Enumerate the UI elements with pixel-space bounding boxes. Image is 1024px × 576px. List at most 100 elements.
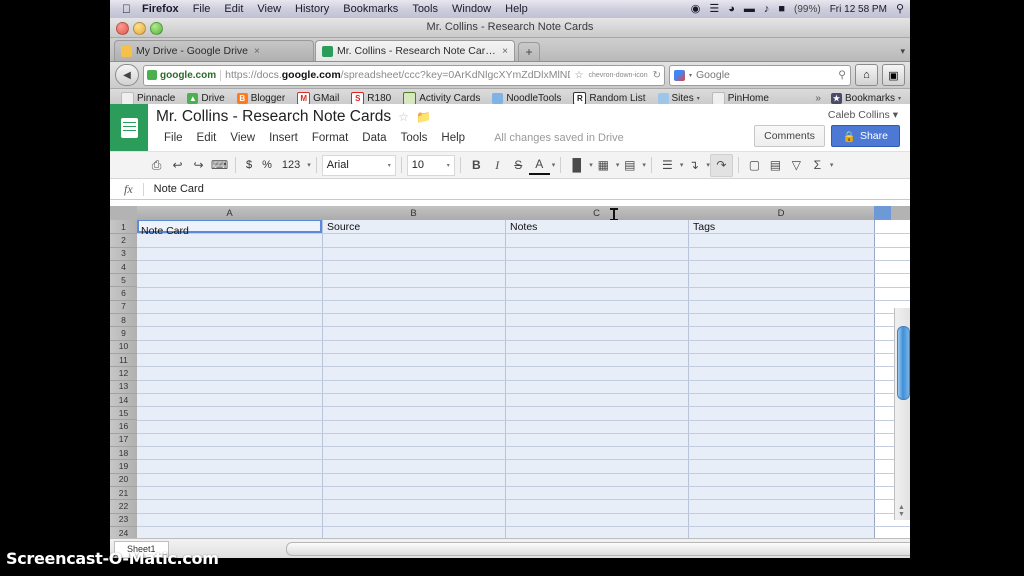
- bookmark-pinhome[interactable]: PinHome: [707, 92, 774, 105]
- dropbox-icon[interactable]: ◉: [691, 4, 701, 15]
- google-sheets-icon[interactable]: [110, 104, 148, 151]
- wifi-icon[interactable]: ◕: [728, 4, 735, 15]
- bookmark-noodletools[interactable]: NoodleTools: [487, 93, 566, 104]
- row-header-3[interactable]: 3: [110, 247, 137, 261]
- row-header-9[interactable]: 9: [110, 326, 137, 340]
- magnifier-icon[interactable]: ⚲: [838, 69, 846, 81]
- chevron-down-icon[interactable]: chevron-down-icon: [588, 72, 647, 79]
- number-format-button[interactable]: 123: [277, 159, 305, 171]
- menu-item-history[interactable]: History: [295, 3, 329, 15]
- text-color-button[interactable]: A: [529, 156, 550, 175]
- italic-button[interactable]: I: [487, 155, 508, 176]
- print-icon[interactable]: ⎙: [146, 155, 167, 176]
- reload-icon[interactable]: ↻: [653, 70, 661, 81]
- volume-icon[interactable]: ♪: [764, 4, 770, 15]
- bookmark-pinnacle[interactable]: Pinnacle: [116, 92, 180, 105]
- site-identity-badge[interactable]: google.com: [147, 70, 221, 81]
- bookmark-r180[interactable]: S R180: [346, 92, 396, 105]
- tab-my-drive[interactable]: My Drive - Google Drive ×: [114, 40, 314, 61]
- chevron-down-icon[interactable]: ▾: [830, 161, 834, 169]
- star-outline-icon[interactable]: ☆: [398, 110, 409, 124]
- bookmark-random-list[interactable]: R Random List: [568, 92, 650, 105]
- menu-item-window[interactable]: Window: [452, 3, 491, 15]
- menu-item-tools[interactable]: Tools: [412, 3, 438, 15]
- comments-button[interactable]: Comments: [754, 125, 825, 147]
- row-header-10[interactable]: 10: [110, 340, 137, 354]
- column-header-b[interactable]: B: [322, 206, 506, 220]
- row-header-22[interactable]: 22: [110, 499, 137, 513]
- row-header-21[interactable]: 21: [110, 486, 137, 500]
- bookmark-sites[interactable]: Sites ▾: [653, 93, 705, 104]
- text-wrap-icon[interactable]: ↷: [710, 154, 733, 177]
- bluetooth-icon[interactable]: ☰: [709, 4, 719, 15]
- display-icon[interactable]: ▬: [744, 4, 755, 15]
- row-header-1[interactable]: 1: [110, 220, 137, 234]
- menu-item-help[interactable]: Help: [505, 3, 528, 15]
- sheets-menu-edit[interactable]: Edit: [190, 130, 224, 146]
- sheets-menu-help[interactable]: Help: [434, 130, 472, 146]
- home-button[interactable]: ⌂: [855, 64, 878, 86]
- row-header-23[interactable]: 23: [110, 513, 137, 527]
- menu-bar-clock[interactable]: Fri 12 58 PM: [830, 4, 887, 15]
- sheets-menu-insert[interactable]: Insert: [262, 130, 305, 146]
- spotlight-search-icon[interactable]: ⚲: [896, 4, 904, 15]
- chevron-down-icon[interactable]: ▾: [447, 162, 450, 169]
- menu-item-edit[interactable]: Edit: [224, 3, 243, 15]
- menu-item-view[interactable]: View: [257, 3, 281, 15]
- percent-format-button[interactable]: %: [257, 159, 277, 171]
- row-header-20[interactable]: 20: [110, 473, 137, 487]
- currency-format-button[interactable]: $: [241, 159, 257, 171]
- merge-cells-icon[interactable]: ▤: [619, 155, 640, 176]
- bookmarks-overflow-icon[interactable]: »: [815, 93, 821, 104]
- search-input[interactable]: ▾ Google ⚲: [669, 65, 851, 86]
- search-engine-caret-icon[interactable]: ▾: [689, 72, 692, 79]
- row-header-4[interactable]: 4: [110, 260, 137, 274]
- menu-item-firefox[interactable]: Firefox: [142, 3, 179, 15]
- vertical-align-icon[interactable]: ↴: [683, 155, 704, 176]
- url-bar[interactable]: google.com https://docs.google.com/sprea…: [143, 65, 665, 86]
- tab-close-icon[interactable]: ×: [502, 46, 508, 57]
- tab-close-icon[interactable]: ×: [254, 46, 260, 57]
- search-engine-icon[interactable]: [674, 70, 685, 81]
- row-header-16[interactable]: 16: [110, 420, 137, 434]
- row-header-18[interactable]: 18: [110, 446, 137, 460]
- borders-icon[interactable]: ▦: [593, 155, 614, 176]
- bookmark-blogger[interactable]: B Blogger: [232, 93, 290, 104]
- horizontal-scrollbar-area[interactable]: Sheet1: [110, 538, 910, 558]
- filter-icon[interactable]: ▽: [786, 155, 807, 176]
- apple-icon[interactable]: : [122, 3, 131, 15]
- bookmarks-menu-button[interactable]: ★ Bookmarks ▾: [826, 93, 906, 104]
- chevron-down-icon[interactable]: ▾: [898, 95, 901, 102]
- menu-item-file[interactable]: File: [193, 3, 211, 15]
- row-header-5[interactable]: 5: [110, 273, 137, 287]
- chevron-down-icon[interactable]: ▾: [388, 162, 391, 169]
- sheets-menu-data[interactable]: Data: [355, 130, 393, 146]
- cell-a1-selected[interactable]: Note Card: [137, 220, 322, 233]
- user-account-label[interactable]: Caleb Collins ▾: [828, 109, 898, 121]
- row-header-2[interactable]: 2: [110, 233, 137, 247]
- redo-icon[interactable]: ↪: [188, 155, 209, 176]
- bold-button[interactable]: B: [466, 155, 487, 176]
- column-header-a[interactable]: A: [137, 206, 323, 220]
- row-header-15[interactable]: 15: [110, 406, 137, 420]
- horizontal-scrollbar-thumb[interactable]: [286, 542, 910, 556]
- reader-mode-button[interactable]: ▣: [882, 64, 905, 86]
- chevron-down-icon[interactable]: ▾: [697, 95, 700, 102]
- font-size-select[interactable]: 10 ▾: [407, 155, 455, 176]
- column-header-c[interactable]: C: [505, 206, 689, 220]
- row-header-6[interactable]: 6: [110, 287, 137, 301]
- vertical-scrollbar-thumb[interactable]: [897, 326, 910, 400]
- formula-bar[interactable]: fx Note Card: [110, 179, 910, 200]
- chevron-down-icon[interactable]: ▾: [893, 109, 898, 121]
- sheets-menu-format[interactable]: Format: [305, 130, 355, 146]
- undo-icon[interactable]: ↩: [167, 155, 188, 176]
- battery-icon[interactable]: ■: [778, 4, 785, 15]
- row-header-7[interactable]: 7: [110, 300, 137, 314]
- paint-format-icon[interactable]: ⌨: [209, 155, 230, 176]
- back-button[interactable]: ◀: [115, 64, 139, 86]
- sheets-menu-file[interactable]: File: [157, 130, 190, 146]
- chevron-down-icon[interactable]: ▾: [552, 161, 556, 169]
- scroll-arrows-icon[interactable]: ▲▼: [898, 504, 905, 518]
- bookmark-drive[interactable]: ▲ Drive: [182, 93, 229, 104]
- align-left-icon[interactable]: ☰: [657, 155, 678, 176]
